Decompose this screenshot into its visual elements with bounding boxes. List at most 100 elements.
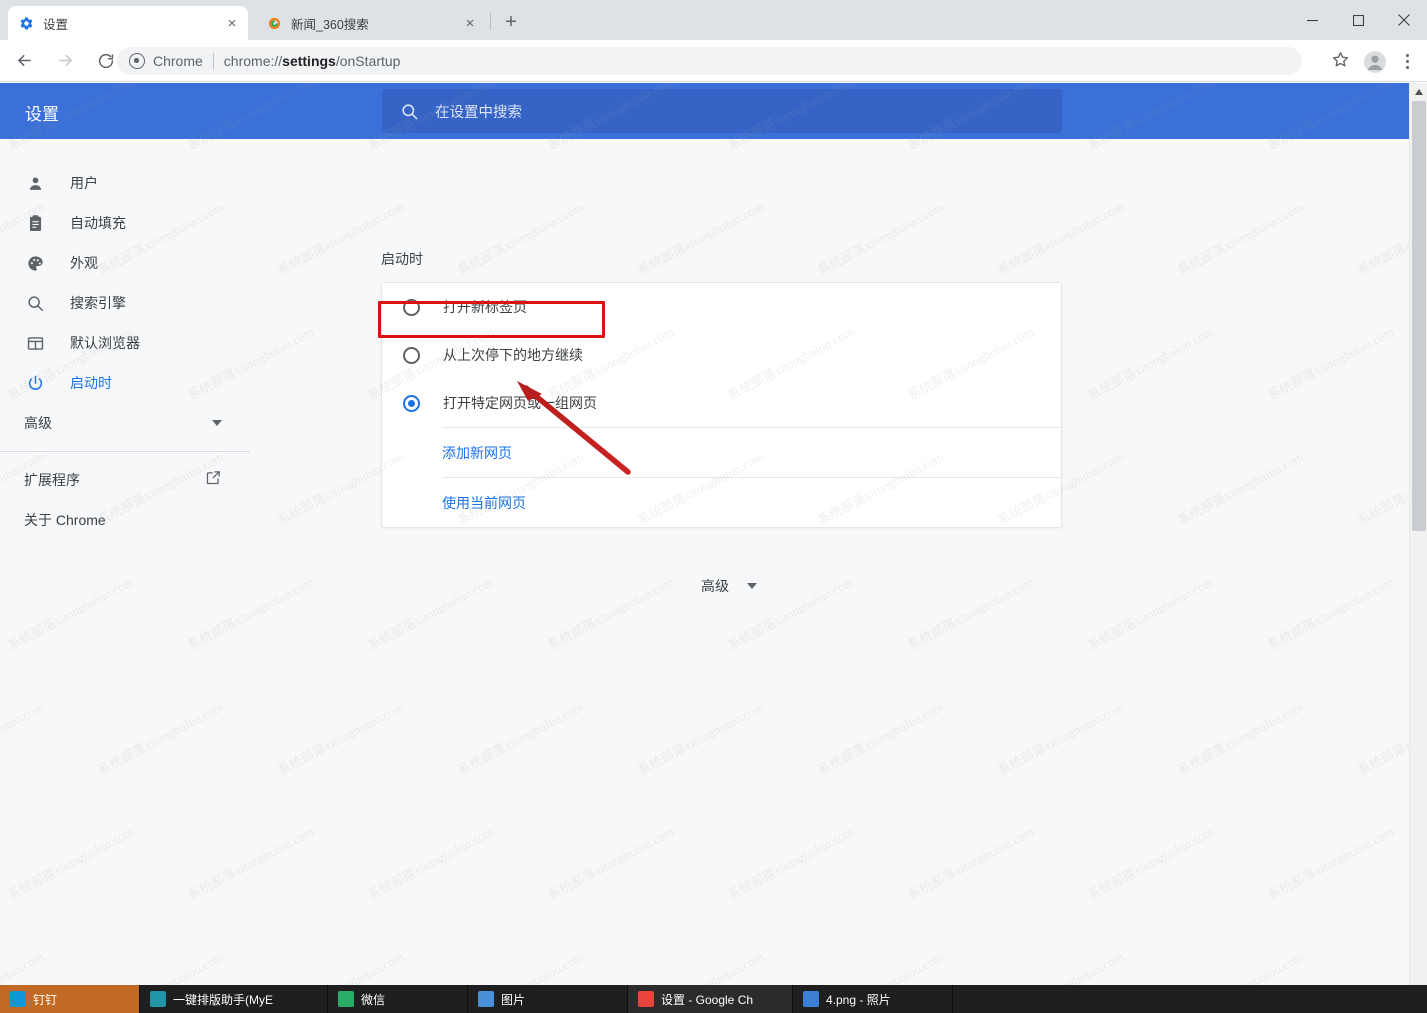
radio-open-specific-pages[interactable]: 打开特定网页或一组网页 — [382, 379, 1061, 427]
taskbar-item[interactable]: 4.png - 照片 — [793, 985, 953, 1013]
watermark-text: 系统部落xitongbuluo.com — [814, 946, 947, 985]
taskbar-item-label: 设置 - Google Ch — [661, 992, 754, 1007]
back-button[interactable] — [7, 44, 41, 78]
search-placeholder: 在设置中搜索 — [435, 104, 522, 121]
tab-close-icon[interactable]: × — [224, 15, 240, 31]
taskbar-item-icon — [803, 991, 819, 1007]
watermark-text: 系统部落xitongbuluo.com — [454, 946, 587, 985]
360-search-icon — [266, 15, 282, 31]
settings-sidebar: 用户 自动填充 外观 搜索引擎 默认浏览器 启动时 高级 扩展程序 关于 Chr… — [0, 139, 250, 985]
watermark-text: 系统部落xitongbuluo.com — [1174, 946, 1307, 985]
new-tab-button[interactable]: + — [497, 8, 525, 36]
taskbar-item[interactable]: 设置 - Google Ch — [628, 985, 793, 1013]
palette-icon — [24, 252, 46, 274]
minimize-button[interactable] — [1289, 0, 1335, 40]
power-icon — [24, 372, 46, 394]
windows-taskbar: 钉钉 一键排版助手(MyE 微信 图片 设置 - Google Ch 4.png - 照片 — [0, 985, 1427, 1013]
watermark-text: 系统部落xitongbuluo.com — [635, 698, 767, 778]
chrome-menu-button[interactable] — [1395, 49, 1419, 73]
annotation-arrow — [517, 381, 631, 475]
taskbar-item[interactable]: 微信 — [328, 985, 468, 1013]
site-identity-chip[interactable]: Chrome — [129, 53, 203, 69]
watermark-text: 系统部落xitongbuluo.com — [995, 198, 1127, 278]
annotation-highlight-box — [378, 301, 605, 338]
bookmark-star-icon[interactable] — [1331, 50, 1353, 72]
external-link-icon — [205, 469, 222, 491]
sidebar-item-about-chrome[interactable]: 关于 Chrome — [0, 500, 250, 540]
tab-settings[interactable]: 设置 × — [8, 6, 248, 40]
watermark-text: 系统部落xitongbuluo.com — [725, 823, 857, 903]
sidebar-item-extensions[interactable]: 扩展程序 — [0, 460, 250, 500]
radio-label: 从上次停下的地方继续 — [443, 347, 583, 363]
watermark-text: 系统部落xitongbuluo.com — [634, 946, 767, 985]
watermark-text: 系统部落xitongbuluo.com — [545, 573, 677, 653]
scrollbar-thumb[interactable] — [1412, 101, 1426, 531]
section-title: 启动时 — [381, 251, 423, 267]
taskbar-item-icon — [478, 991, 494, 1007]
omnibox-divider — [212, 53, 214, 69]
menu-dot — [1405, 59, 1409, 63]
radio-icon-selected[interactable] — [403, 394, 420, 412]
sidebar-item-appearance[interactable]: 外观 — [0, 243, 250, 283]
taskbar-item-label: 钉钉 — [33, 992, 58, 1007]
radio-continue-where-left-off[interactable]: 从上次停下的地方继续 — [382, 331, 1061, 379]
search-icon — [400, 102, 419, 121]
sidebar-item-label: 搜索引擎 — [70, 295, 126, 311]
avatar[interactable] — [1363, 50, 1387, 74]
sidebar-item-on-startup[interactable]: 启动时 — [0, 363, 250, 403]
taskbar-item[interactable]: 图片 — [468, 985, 628, 1013]
use-current-pages-row[interactable]: 使用当前网页 — [382, 478, 1061, 527]
add-new-page-row[interactable]: 添加新网页 — [382, 428, 1061, 477]
watermark-text: 系统部落xitongbuluo.com — [815, 198, 947, 278]
address-bar[interactable]: Chrome chrome://settings/onStartup — [117, 47, 1302, 75]
taskbar-item-label: 图片 — [501, 992, 526, 1007]
chevron-down-icon — [747, 583, 757, 589]
sidebar-item-autofill[interactable]: 自动填充 — [0, 203, 250, 243]
gear-icon — [18, 15, 34, 31]
use-current-pages-link[interactable]: 使用当前网页 — [442, 493, 526, 513]
browser-window-icon — [24, 332, 46, 354]
forward-button[interactable] — [48, 44, 82, 78]
taskbar-item[interactable]: 一键排版助手(MyE — [140, 985, 328, 1013]
taskbar-item-icon — [638, 991, 654, 1007]
settings-header: 设置 在设置中搜索 — [0, 83, 1409, 139]
menu-dot — [1405, 53, 1409, 57]
search-input[interactable]: 在设置中搜索 — [382, 89, 1062, 133]
page-title: 设置 — [25, 105, 59, 124]
sidebar-item-label: 外观 — [70, 255, 98, 271]
watermark-text: 系统部落xitongbuluo.com — [365, 823, 497, 903]
watermark-text: 系统部落xitongbuluo.com — [1175, 698, 1307, 778]
scroll-up-icon[interactable] — [1410, 83, 1427, 101]
sidebar-item-search-engine[interactable]: 搜索引擎 — [0, 283, 250, 323]
close-button[interactable] — [1381, 0, 1427, 40]
taskbar-item-icon — [150, 991, 166, 1007]
watermark-text: 系统部落xitongbuluo.com — [455, 198, 587, 278]
tab-news-360[interactable]: 新闻_360搜索 × — [256, 6, 486, 40]
watermark-text: 系统部落xitongbuluo.com — [995, 698, 1127, 778]
tab-strip: 设置 × 新闻_360搜索 × + — [0, 0, 1427, 40]
chevron-down-icon — [212, 420, 222, 426]
page-scrollbar[interactable] — [1409, 83, 1427, 985]
sidebar-item-users[interactable]: 用户 — [0, 163, 250, 203]
maximize-button[interactable] — [1335, 0, 1381, 40]
watermark-text: 系统部落xitongbuluo.com — [275, 698, 407, 778]
taskbar-item-label: 4.png - 照片 — [826, 992, 891, 1007]
url-emphasis: settings — [282, 53, 336, 69]
advanced-toggle-button[interactable]: 高级 — [701, 576, 757, 596]
sidebar-about-label: 关于 Chrome — [24, 512, 106, 528]
omnibox-url: chrome://settings/onStartup — [224, 53, 401, 69]
taskbar-item[interactable]: 钉钉 — [0, 985, 140, 1013]
sidebar-extensions-label: 扩展程序 — [24, 472, 80, 488]
sidebar-item-advanced[interactable]: 高级 — [0, 403, 250, 443]
watermark-text: 系统部落xitongbuluo.com — [455, 698, 587, 778]
radio-icon[interactable] — [403, 346, 420, 364]
taskbar-item-icon — [338, 991, 354, 1007]
sidebar-item-label: 自动填充 — [70, 215, 126, 231]
sidebar-item-default-browser[interactable]: 默认浏览器 — [0, 323, 250, 363]
watermark-text: 系统部落xitongbuluo.com — [365, 573, 497, 653]
tab-close-icon[interactable]: × — [462, 15, 478, 31]
watermark-text: 系统部落xitongbuluo.com — [1085, 573, 1217, 653]
sidebar-divider — [0, 451, 250, 452]
menu-dot — [1405, 65, 1409, 69]
tab-title: 设置 — [43, 17, 69, 32]
